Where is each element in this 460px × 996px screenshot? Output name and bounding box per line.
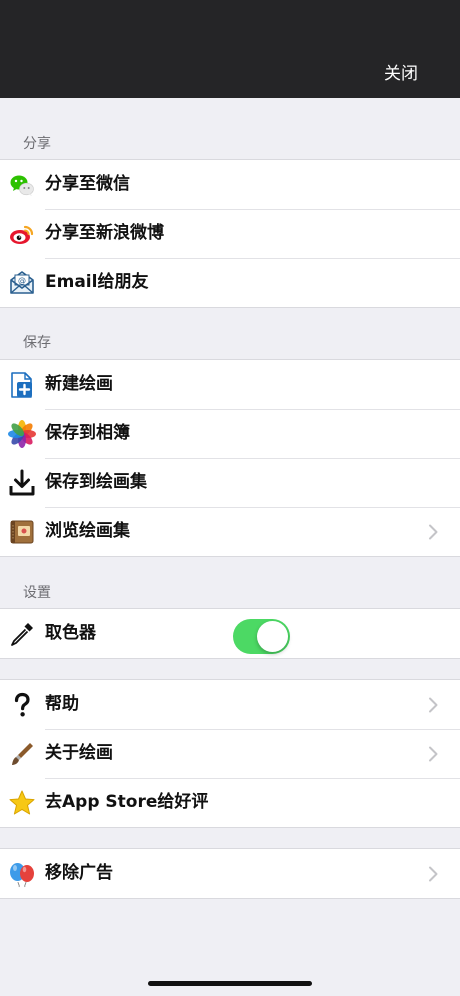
- about-label: 关于绘画: [45, 743, 113, 763]
- help-label: 帮助: [45, 694, 79, 714]
- balloons-icon: [8, 860, 36, 888]
- share-email-label: Email给朋友: [45, 272, 149, 292]
- question-icon: [8, 691, 36, 719]
- ads-group: 移除广告: [0, 848, 460, 899]
- save-to-collection-row[interactable]: 保存到绘画集: [0, 458, 460, 507]
- share-group: 分享至微信 分享至新浪微博 @ Email给朋友: [0, 159, 460, 308]
- color-picker-toggle[interactable]: [233, 619, 290, 654]
- top-bar: 关闭: [0, 0, 460, 98]
- share-wechat-row[interactable]: 分享至微信: [0, 160, 460, 209]
- section-header-save: 保存: [23, 335, 51, 351]
- rate-row[interactable]: 去App Store给好评: [0, 778, 460, 827]
- toggle-knob: [257, 621, 288, 652]
- svg-text:@: @: [18, 276, 26, 285]
- browse-collection-row[interactable]: 浏览绘画集: [0, 507, 460, 556]
- new-drawing-icon: [8, 371, 36, 399]
- settings-group: 取色器: [0, 608, 460, 659]
- album-icon: [8, 518, 36, 546]
- photos-icon: [8, 420, 36, 448]
- save-group: 新建绘画 保存到相簿 保存到绘画集 浏览绘画集: [0, 359, 460, 557]
- email-icon: @: [8, 269, 36, 297]
- color-picker-label: 取色器: [45, 623, 96, 643]
- about-row[interactable]: 关于绘画: [0, 729, 460, 778]
- new-drawing-row[interactable]: 新建绘画: [0, 360, 460, 409]
- chevron-right-icon: [428, 746, 438, 762]
- share-weibo-label: 分享至新浪微博: [45, 223, 164, 243]
- save-to-collection-label: 保存到绘画集: [45, 472, 147, 492]
- rate-label: 去App Store给好评: [45, 792, 209, 812]
- download-icon: [8, 469, 36, 497]
- help-row[interactable]: 帮助: [0, 680, 460, 729]
- share-weibo-row[interactable]: 分享至新浪微博: [0, 209, 460, 258]
- about-group: 帮助 关于绘画 去App Store给好评: [0, 679, 460, 828]
- save-to-photos-label: 保存到相簿: [45, 423, 130, 443]
- browse-collection-label: 浏览绘画集: [45, 521, 130, 541]
- section-header-settings: 设置: [23, 585, 51, 601]
- eyedropper-icon: [8, 620, 36, 648]
- color-picker-row: 取色器: [0, 609, 460, 658]
- chevron-right-icon: [428, 697, 438, 713]
- brush-icon: [8, 740, 36, 768]
- new-drawing-label: 新建绘画: [45, 374, 113, 394]
- remove-ads-label: 移除广告: [45, 863, 113, 883]
- save-to-photos-row[interactable]: 保存到相簿: [0, 409, 460, 458]
- share-wechat-label: 分享至微信: [45, 174, 130, 194]
- star-icon: [8, 789, 36, 817]
- weibo-icon: [8, 220, 36, 248]
- home-indicator: [148, 981, 312, 986]
- section-header-share: 分享: [23, 136, 51, 152]
- chevron-right-icon: [428, 866, 438, 882]
- remove-ads-row[interactable]: 移除广告: [0, 849, 460, 898]
- close-button[interactable]: 关闭: [384, 63, 418, 85]
- chevron-right-icon: [428, 524, 438, 540]
- wechat-icon: [8, 171, 36, 199]
- share-email-row[interactable]: @ Email给朋友: [0, 258, 460, 307]
